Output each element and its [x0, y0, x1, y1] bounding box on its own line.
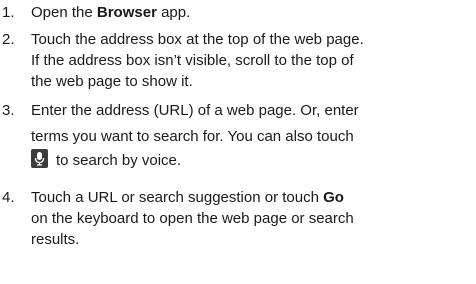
step-text-line: on the keyboard to open the web page or … [31, 210, 354, 227]
step-number: 3. [2, 102, 15, 119]
step-text: Touch a URL or search suggestion or touc… [31, 189, 324, 206]
step-text-line: Touch a URL or search suggestion or touc… [31, 187, 344, 208]
step-text-line: Open the Browser app. [31, 2, 190, 23]
step-number: 2. [2, 31, 15, 48]
step-text-line: Enter the address (URL) of a web page. O… [31, 102, 359, 119]
step-text-line: results. [31, 231, 80, 248]
step-text-line: terms you want to search for. You can al… [31, 128, 354, 145]
step-number: 1. [2, 4, 15, 21]
step-text-line: to search by voice. [56, 152, 182, 169]
instruction-list: 1. Open the Browser app. 2. Touch the ad… [0, 0, 476, 284]
step-text: app. [156, 4, 191, 21]
step-text-line: If the address box isn’t visible, scroll… [31, 52, 354, 69]
step-text: Open the [31, 4, 97, 21]
step-number: 4. [2, 189, 15, 206]
step-text-line: Touch the address box at the top of the … [31, 31, 364, 48]
app-name: Browser [96, 4, 157, 21]
microphone-icon [31, 149, 48, 168]
go-key-label: Go [323, 189, 344, 206]
step-text-line: the web page to show it. [31, 73, 193, 90]
